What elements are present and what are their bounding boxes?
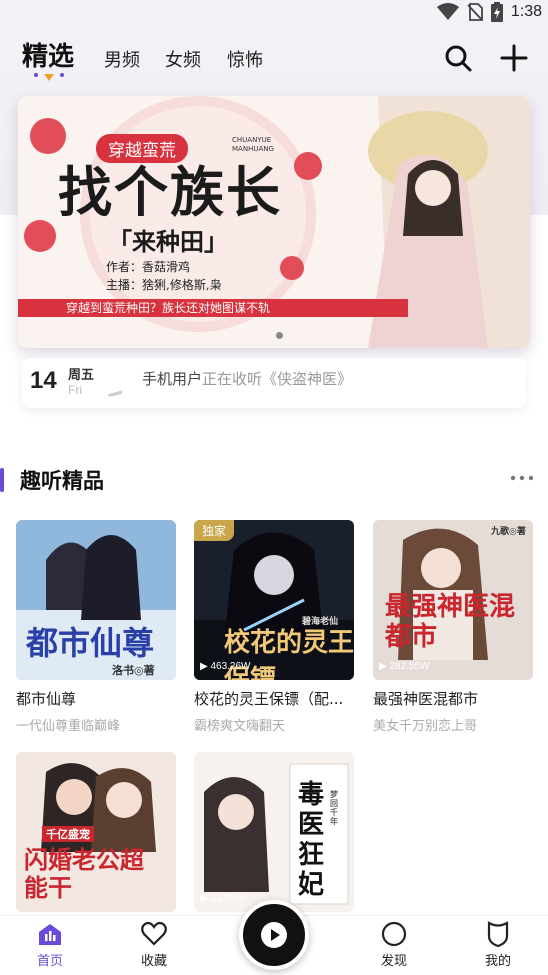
book-card[interactable]: 最强神医混都市 九歌◎著 ▶ 282.55W 最强神医混都市 美女千万别恋上哥 xyxy=(373,520,533,734)
banner-page-dot[interactable] xyxy=(276,332,283,339)
nav-discover-label: 发现 xyxy=(380,954,407,969)
play-icon xyxy=(271,929,280,941)
book-cover[interactable]: 都市仙尊 洛书◎著 xyxy=(16,520,176,680)
book-cover[interactable]: 独家 校花的灵王保镖 碧海老仙 ▶ 463.26W xyxy=(194,520,354,680)
book-cover[interactable]: 千亿盛宠 闪婚老公超能干 xyxy=(16,752,176,912)
no-sim-icon xyxy=(467,3,483,21)
cover-author: 碧海老仙 xyxy=(302,617,339,627)
weekday: 周五 xyxy=(68,368,95,383)
banner-author: 作者：香菇滑鸡 xyxy=(106,260,191,274)
play-count: ▶ 463.26W xyxy=(200,661,251,672)
nav-profile[interactable]: 我的 xyxy=(468,920,528,969)
more-dots-icon[interactable] xyxy=(510,468,534,488)
listener-name: 手机用户 xyxy=(142,370,203,388)
book-card[interactable]: 毒医狂妃 梦回千年 ▶ 21.95W xyxy=(194,752,354,912)
top-header: 精选 男频 女频 惊怖 xyxy=(0,34,548,84)
nav-favorites[interactable]: 收藏 xyxy=(124,920,184,969)
cover-title: 都市仙尊 xyxy=(26,624,155,662)
book-description: 霸榜爽文嗨翻天 xyxy=(194,719,286,734)
status-bar: 1:38 xyxy=(0,0,548,24)
tab-horror[interactable]: 惊怖 xyxy=(227,46,263,72)
banner-title: 找个族长 xyxy=(58,160,282,224)
banner-tagline: 穿越到蛮荒种田？族长还对她图谋不轨 xyxy=(18,299,408,317)
listening-book: 《侠盗神医》 xyxy=(262,370,353,388)
heart-icon xyxy=(141,921,167,946)
cover-title: 闪婚老公超能干 xyxy=(24,845,144,902)
cover-author: 梦回千年 xyxy=(330,789,338,826)
player-disc-center xyxy=(261,922,287,948)
section-title: 趣听精品 xyxy=(20,469,104,493)
divider-slash xyxy=(108,390,122,397)
book-cover[interactable]: 最强神医混都市 九歌◎著 ▶ 282.55W xyxy=(373,520,533,680)
book-cover[interactable]: 毒医狂妃 梦回千年 ▶ 21.95W xyxy=(194,752,354,912)
weekday-english: Fri xyxy=(68,383,82,397)
tab-female[interactable]: 女频 xyxy=(165,46,201,72)
book-card[interactable]: 独家 校花的灵王保镖 碧海老仙 ▶ 463.26W 校花的灵王保镖（配... 霸… xyxy=(194,520,354,734)
book-card[interactable]: 千亿盛宠 闪婚老公超能干 xyxy=(16,752,176,912)
play-count: ▶ 21.95W xyxy=(200,893,245,904)
battery-icon xyxy=(490,2,503,22)
listening-status: 手机用户正在收听《侠盗神医》 xyxy=(142,368,352,389)
shield-icon xyxy=(487,921,509,948)
nav-profile-label: 我的 xyxy=(484,954,511,969)
now-listening-card[interactable]: 14 周五 Fri 手机用户正在收听《侠盗神医》 xyxy=(22,358,526,408)
nav-home[interactable]: 首页 xyxy=(20,920,80,969)
tab-male[interactable]: 男频 xyxy=(104,46,140,72)
book-card[interactable]: 都市仙尊 洛书◎著 都市仙尊 一代仙尊重临巅峰 xyxy=(16,520,176,734)
section-accent-bar xyxy=(0,468,4,492)
book-description: 美女千万别恋上哥 xyxy=(373,719,478,734)
tab-featured[interactable]: 精选 xyxy=(22,36,74,73)
home-icon xyxy=(39,924,61,945)
cover-tagline: 千亿盛宠 xyxy=(42,826,94,842)
play-count: ▶ 282.55W xyxy=(379,661,430,672)
add-icon[interactable] xyxy=(498,42,530,74)
circle-icon xyxy=(381,921,407,947)
exclusive-badge: 独家 xyxy=(194,520,235,541)
status-time: 1:38 xyxy=(510,3,542,20)
book-description: 一代仙尊重临巅峰 xyxy=(16,719,121,734)
player-button[interactable] xyxy=(239,900,309,970)
nav-home-label: 首页 xyxy=(36,954,63,969)
day-number: 14 xyxy=(30,367,57,394)
cover-title: 毒医狂妃 xyxy=(298,780,325,900)
nav-discover[interactable]: 发现 xyxy=(364,920,424,969)
wifi-icon xyxy=(436,3,459,20)
nav-favorites-label: 收藏 xyxy=(140,954,167,969)
banner-subtitle: 「来种田」 xyxy=(108,227,228,256)
book-title[interactable]: 校花的灵王保镖（配... xyxy=(194,688,354,709)
tab-active-indicator xyxy=(34,73,64,81)
book-title[interactable]: 都市仙尊 xyxy=(16,688,176,709)
banner-cast: 主播：猞猁,修格斯,枭 xyxy=(106,278,222,292)
cover-title: 最强神医混都市 xyxy=(385,592,516,652)
listening-action: 正在收听 xyxy=(202,370,263,388)
cover-author: 洛书◎著 xyxy=(112,664,155,677)
promo-banner[interactable]: 穿越蛮荒 CHUANYUE MANHUANG 找个族长 「来种田」 作者：香菇滑鸡… xyxy=(18,96,530,348)
cover-author: 九歌◎著 xyxy=(491,527,526,537)
search-icon[interactable] xyxy=(442,42,474,74)
book-title[interactable]: 最强神医混都市 xyxy=(373,688,533,709)
